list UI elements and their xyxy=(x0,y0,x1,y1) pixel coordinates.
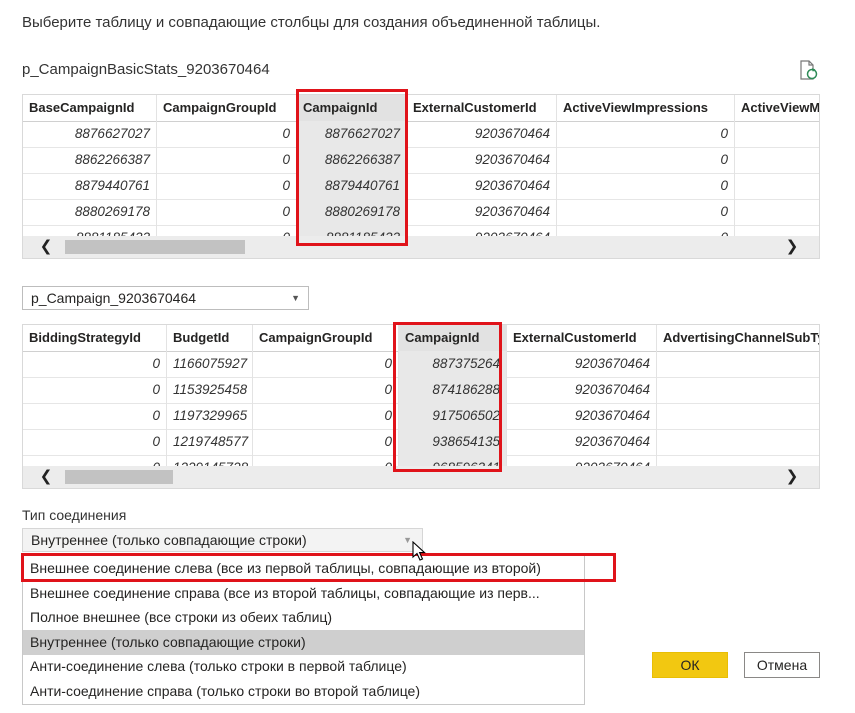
table-cell[interactable]: 9203670464 xyxy=(407,173,557,200)
table-cell[interactable]: 0 xyxy=(253,351,399,378)
join-option[interactable]: Внешнее соединение справа (все из второй… xyxy=(23,581,584,606)
table-cell[interactable]: 9203670464 xyxy=(407,199,557,226)
table-cell[interactable]: 0 xyxy=(253,429,399,456)
table-cell[interactable] xyxy=(657,403,819,430)
table-cell[interactable] xyxy=(657,429,819,456)
table-cell[interactable]: 887375264 xyxy=(399,351,507,378)
table-cell[interactable]: 9203670464 xyxy=(507,429,657,456)
scrollbar-thumb[interactable] xyxy=(65,470,173,484)
join-type-label: Тип соединения xyxy=(22,507,127,523)
table-cell[interactable]: 8876627027 xyxy=(297,121,407,148)
column-header[interactable]: ActiveViewM xyxy=(735,95,819,122)
join-type-menu: Внешнее соединение слева (все из первой … xyxy=(22,553,585,705)
table-cell[interactable]: 938654135 xyxy=(399,429,507,456)
table-cell[interactable]: 8879440761 xyxy=(297,173,407,200)
table-cell[interactable]: 0 xyxy=(157,147,297,174)
table-cell[interactable] xyxy=(735,147,819,174)
column-header[interactable]: CampaignId xyxy=(399,325,507,352)
table-cell[interactable]: 0 xyxy=(157,121,297,148)
chevron-right-icon[interactable]: ❯ xyxy=(781,466,803,488)
table-cell[interactable]: 8862266387 xyxy=(23,147,157,174)
table-cell[interactable]: 9203670464 xyxy=(507,403,657,430)
join-option[interactable]: Внешнее соединение слева (все из первой … xyxy=(23,556,584,581)
table-cell[interactable]: 0 xyxy=(157,173,297,200)
chevron-left-icon[interactable]: ❮ xyxy=(35,236,57,258)
column-header[interactable]: CampaignGroupId xyxy=(157,95,297,122)
scrollbar-thumb[interactable] xyxy=(65,240,245,254)
table-cell[interactable]: 0 xyxy=(157,199,297,226)
join-option[interactable]: Внутреннее (только совпадающие строки) xyxy=(23,629,584,655)
join-type-value: Внутреннее (только совпадающие строки) xyxy=(31,532,307,548)
table1-title: p_CampaignBasicStats_9203670464 xyxy=(22,61,270,78)
chevron-down-icon: ▼ xyxy=(291,293,300,303)
table-cell[interactable]: 1166075927 xyxy=(167,351,253,378)
join-option[interactable]: Анти-соединение справа (только строки во… xyxy=(23,679,584,704)
table-cell[interactable] xyxy=(735,199,819,226)
column-header[interactable]: BudgetId xyxy=(167,325,253,352)
dialog-instruction: Выберите таблицу и совпадающие столбцы д… xyxy=(22,14,601,31)
column-header[interactable]: ExternalCustomerId xyxy=(507,325,657,352)
table-cell[interactable]: 1219748577 xyxy=(167,429,253,456)
join-option[interactable]: Полное внешнее (все строки из обеих табл… xyxy=(23,605,584,630)
table-cell[interactable]: 0 xyxy=(23,351,167,378)
table-cell[interactable]: 1197329965 xyxy=(167,403,253,430)
table-cell[interactable]: 8880269178 xyxy=(23,199,157,226)
table2-select[interactable]: p_Campaign_9203670464 ▼ xyxy=(22,286,309,310)
table1-scrollbar[interactable]: ❮ ❯ xyxy=(23,236,819,258)
table-cell[interactable]: 8880269178 xyxy=(297,199,407,226)
table-cell[interactable] xyxy=(657,377,819,404)
column-header[interactable]: AdvertisingChannelSubTy xyxy=(657,325,819,352)
table-cell[interactable]: 9203670464 xyxy=(507,351,657,378)
mouse-pointer-icon xyxy=(412,540,428,563)
column-header[interactable]: CampaignGroupId xyxy=(253,325,399,352)
table-cell[interactable]: 0 xyxy=(557,173,735,200)
chevron-down-icon: ▼ xyxy=(403,535,412,545)
table-cell[interactable]: 0 xyxy=(23,377,167,404)
table-cell[interactable]: 0 xyxy=(23,429,167,456)
column-header[interactable]: ExternalCustomerId xyxy=(407,95,557,122)
table-cell[interactable]: 1153925458 xyxy=(167,377,253,404)
column-header[interactable]: BaseCampaignId xyxy=(23,95,157,122)
column-header[interactable]: BiddingStrategyId xyxy=(23,325,167,352)
table-cell[interactable]: 9203670464 xyxy=(407,121,557,148)
table-cell[interactable] xyxy=(657,351,819,378)
ok-button[interactable]: ОК xyxy=(652,652,728,678)
column-header[interactable]: ActiveViewImpressions xyxy=(557,95,735,122)
table-cell[interactable]: 9203670464 xyxy=(407,147,557,174)
table2-scrollbar[interactable]: ❮ ❯ xyxy=(23,466,819,488)
table-cell[interactable] xyxy=(735,173,819,200)
refresh-icon[interactable] xyxy=(797,59,819,81)
table-cell[interactable]: 8876627027 xyxy=(23,121,157,148)
table-cell[interactable]: 0 xyxy=(253,403,399,430)
table-cell[interactable]: 8862266387 xyxy=(297,147,407,174)
table-cell[interactable]: 874186288 xyxy=(399,377,507,404)
table-cell[interactable]: 0 xyxy=(557,121,735,148)
table-cell[interactable]: 0 xyxy=(253,377,399,404)
table2-grid[interactable]: BiddingStrategyId BudgetId CampaignGroupId… xyxy=(22,324,820,489)
column-header[interactable]: CampaignId xyxy=(297,95,407,122)
join-option[interactable]: Анти-соединение слева (только строки в п… xyxy=(23,654,584,679)
table-cell[interactable] xyxy=(735,121,819,148)
cancel-button[interactable]: Отмена xyxy=(744,652,820,678)
chevron-right-icon[interactable]: ❯ xyxy=(781,236,803,258)
table-cell[interactable]: 8879440761 xyxy=(23,173,157,200)
table-cell[interactable]: 0 xyxy=(23,403,167,430)
table-cell[interactable]: 9203670464 xyxy=(507,377,657,404)
table-cell[interactable]: 917506502 xyxy=(399,403,507,430)
table1-grid[interactable]: BaseCampaignId CampaignGroupId CampaignId E… xyxy=(22,94,820,259)
table2-select-value: p_Campaign_9203670464 xyxy=(31,290,197,306)
table-cell[interactable]: 0 xyxy=(557,199,735,226)
join-type-select[interactable]: Внутреннее (только совпадающие строки) ▼ xyxy=(22,528,423,552)
table-cell[interactable]: 0 xyxy=(557,147,735,174)
chevron-left-icon[interactable]: ❮ xyxy=(35,466,57,488)
